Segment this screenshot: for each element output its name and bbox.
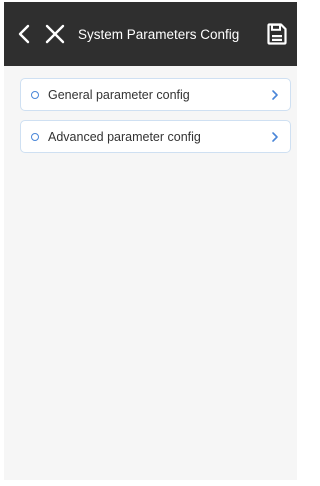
circle-bullet-icon <box>31 132 39 141</box>
advanced-parameter-config-item[interactable]: Advanced parameter config <box>20 120 291 153</box>
item-label: General parameter config <box>48 87 190 102</box>
save-icon <box>267 23 287 45</box>
back-button[interactable] <box>14 22 34 46</box>
chevron-right-icon <box>270 89 280 101</box>
item-label: Advanced parameter config <box>48 129 201 144</box>
close-button[interactable] <box>42 22 68 46</box>
save-button[interactable] <box>265 21 289 47</box>
general-parameter-config-item[interactable]: General parameter config <box>20 78 291 111</box>
app-screen: System Parameters Config General paramet… <box>4 2 297 480</box>
chevron-right-icon <box>270 131 280 143</box>
chevron-left-icon <box>18 24 30 44</box>
top-bar: System Parameters Config <box>4 2 297 66</box>
config-menu-list: General parameter config Advanced parame… <box>4 66 297 153</box>
page-title: System Parameters Config <box>78 26 240 42</box>
circle-bullet-icon <box>31 90 39 99</box>
close-icon <box>45 24 65 44</box>
